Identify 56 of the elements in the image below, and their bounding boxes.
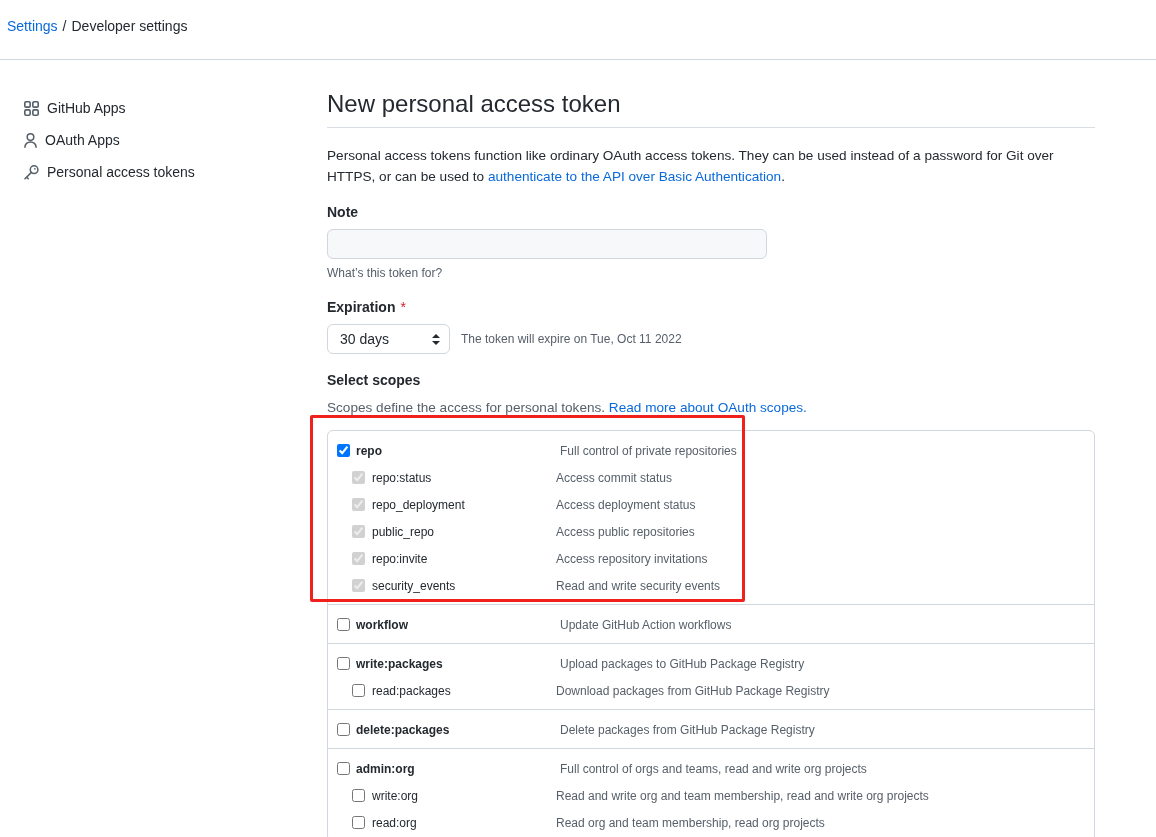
scope-checkbox[interactable]	[337, 723, 350, 736]
scopes-intro-text: Scopes define the access for personal tokens. Read more about OAuth scopes.	[327, 399, 808, 417]
sidebar-item[interactable]: OAuth Apps	[24, 124, 120, 156]
expiration-label: Expiration	[327, 298, 396, 317]
scope-description: Update GitHub Action workflows	[560, 617, 732, 632]
scope-name: workflow	[356, 617, 409, 632]
scope-name: admin:org	[356, 761, 416, 776]
intro-text: Personal access tokens function like ordinary OAuth access tokens. They can be used instead of a password for Git over HTTPS, or can be used to authenticate to the API over Basic Authentication.	[327, 147, 1055, 186]
oauth-scopes-link[interactable]: Read more about OAuth scopes.	[608, 400, 807, 415]
scope-checkbox[interactable]	[337, 657, 350, 670]
breadcrumb-current: Developer settings	[71, 17, 188, 36]
scope-description: Read and write security events	[556, 578, 721, 593]
scope-description: Read and write org and team membership, read and write org projects	[556, 788, 929, 803]
scope-description: Access deployment status	[556, 497, 696, 512]
note-input[interactable]	[327, 229, 767, 259]
page-title: New personal access token	[327, 89, 1095, 128]
scope-name: repo:invite	[372, 551, 429, 566]
scope-description: Upload packages to GitHub Package Registry	[560, 656, 805, 671]
scope-name: read:packages	[372, 683, 452, 698]
scope-description: Download packages from GitHub Package Registry	[556, 683, 830, 698]
scope-name: repo:status	[372, 470, 433, 485]
scope-description: Access commit status	[556, 470, 673, 485]
scope-checkbox[interactable]	[337, 444, 350, 457]
sidebar-item[interactable]: GitHub Apps	[24, 92, 126, 124]
scope-name: security_events	[372, 578, 457, 593]
note-hint: What’s this token for?	[327, 265, 444, 282]
expiration-select[interactable]: 30 days	[327, 324, 450, 354]
grid-icon	[24, 100, 39, 116]
scope-description: Access public repositories	[556, 524, 695, 539]
key-icon	[24, 164, 39, 180]
scope-checkbox[interactable]	[352, 684, 365, 697]
breadcrumb-separator: /	[62, 17, 67, 36]
person-icon	[24, 132, 37, 148]
expiration-info: The token will expire on Tue, Oct 11 2022	[461, 332, 682, 346]
sidebar-item[interactable]: Personal access tokens	[24, 156, 195, 188]
scopes-label: Select scopes	[327, 371, 422, 390]
note-label: Note	[327, 203, 360, 222]
breadcrumb-link[interactable]: Settings	[7, 16, 58, 36]
scope-checkbox[interactable]	[352, 816, 365, 829]
scope-description: Delete packages from GitHub Package Registry	[560, 722, 815, 737]
scope-name: public_repo	[372, 524, 436, 539]
scope-checkbox[interactable]	[352, 789, 365, 802]
scope-description: Full control of private repositories	[560, 443, 737, 458]
sort-arrows-icon	[432, 333, 440, 345]
scope-name: write:packages	[356, 656, 444, 671]
scope-description: Full control of orgs and teams, read and write org projects	[560, 761, 867, 776]
scope-name: write:org	[372, 788, 419, 803]
scope-name: delete:packages	[356, 722, 451, 737]
scope-checkbox[interactable]	[337, 618, 350, 631]
scope-name: repo	[356, 443, 383, 458]
scope-description: Read org and team membership, read org projects	[556, 815, 825, 830]
scope-name: read:org	[372, 815, 418, 830]
scope-description: Access repository invitations	[556, 551, 708, 566]
scope-name: repo_deployment	[372, 497, 466, 512]
required-mark: *	[400, 298, 406, 317]
scope-checkbox[interactable]	[337, 762, 350, 775]
